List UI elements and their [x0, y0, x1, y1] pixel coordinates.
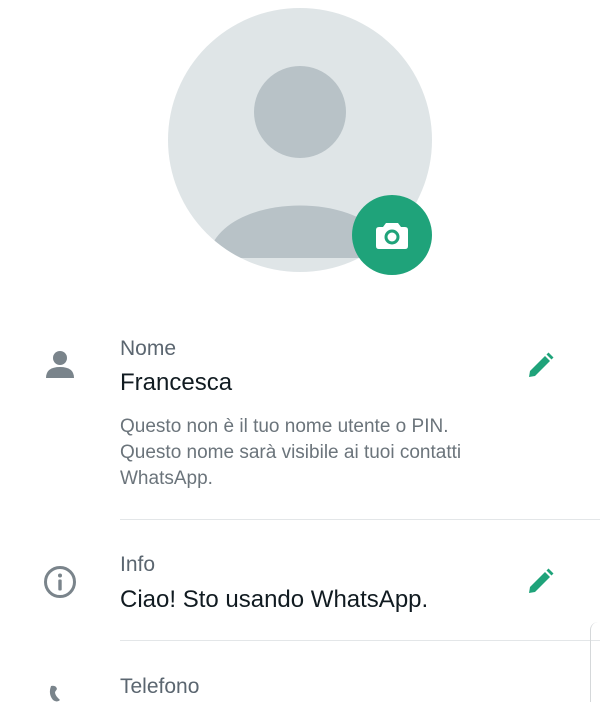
name-helper-text: Questo non è il tuo nome utente o PIN. Q… — [120, 414, 540, 492]
profile-photo-container — [168, 8, 432, 275]
divider — [120, 519, 600, 520]
name-value[interactable]: Francesca — [120, 369, 232, 397]
person-icon — [42, 348, 78, 380]
profile-screen: Nome Francesca Questo non è il tuo nome … — [0, 0, 600, 702]
helper-line: WhatsApp. — [120, 468, 213, 489]
scroll-edge — [590, 622, 600, 702]
phone-label: Telefono — [120, 675, 200, 698]
helper-line: Questo non è il tuo nome utente o PIN. — [120, 416, 449, 437]
edit-info-button[interactable] — [524, 566, 556, 598]
camera-icon — [376, 223, 408, 249]
change-photo-button[interactable] — [352, 195, 432, 275]
edit-name-button[interactable] — [524, 350, 556, 382]
name-label: Nome — [120, 337, 177, 360]
helper-line: Questo nome sarà visibile ai tuoi contat… — [120, 442, 462, 463]
phone-icon — [44, 684, 64, 702]
divider — [120, 640, 600, 641]
info-label: Info — [120, 553, 156, 576]
pencil-icon — [529, 568, 554, 593]
pencil-icon — [529, 352, 554, 377]
info-icon — [42, 564, 78, 600]
info-value[interactable]: Ciao! Sto usando WhatsApp. — [120, 586, 428, 614]
